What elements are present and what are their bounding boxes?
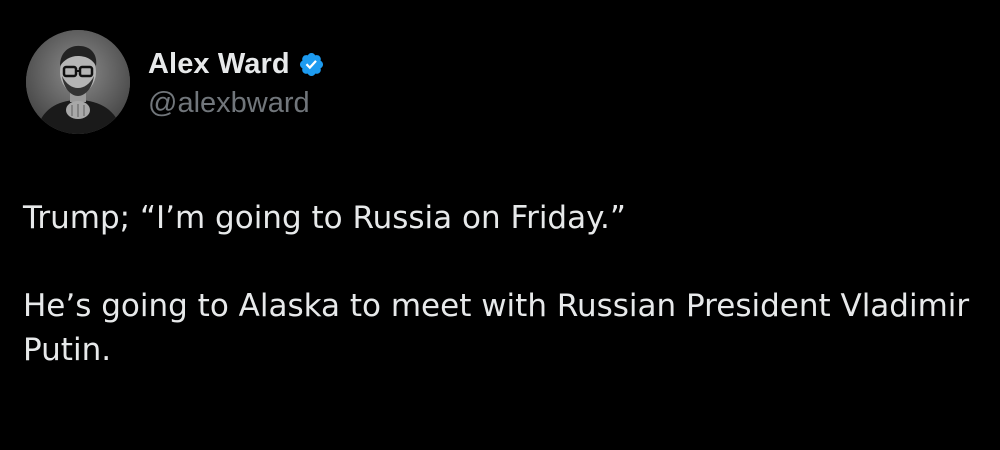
- author-handle[interactable]: @alexbward: [148, 87, 325, 120]
- tweet-card: Alex Ward @alexbward Trump; “I’m going t…: [0, 0, 1000, 450]
- tweet-paragraph: He’s going to Alaska to meet with Russia…: [23, 288, 970, 368]
- tweet-paragraph: Trump; “I’m going to Russia on Friday.”: [23, 200, 626, 236]
- display-name[interactable]: Alex Ward: [148, 48, 290, 81]
- name-row: Alex Ward: [148, 45, 325, 85]
- author-identity: Alex Ward @alexbward: [148, 45, 325, 120]
- avatar[interactable]: [26, 30, 130, 134]
- avatar-photo-icon: [26, 30, 130, 134]
- verified-check-icon: [298, 51, 325, 78]
- tweet-text: Trump; “I’m going to Russia on Friday.” …: [23, 196, 983, 372]
- tweet-header: Alex Ward @alexbward: [26, 30, 325, 134]
